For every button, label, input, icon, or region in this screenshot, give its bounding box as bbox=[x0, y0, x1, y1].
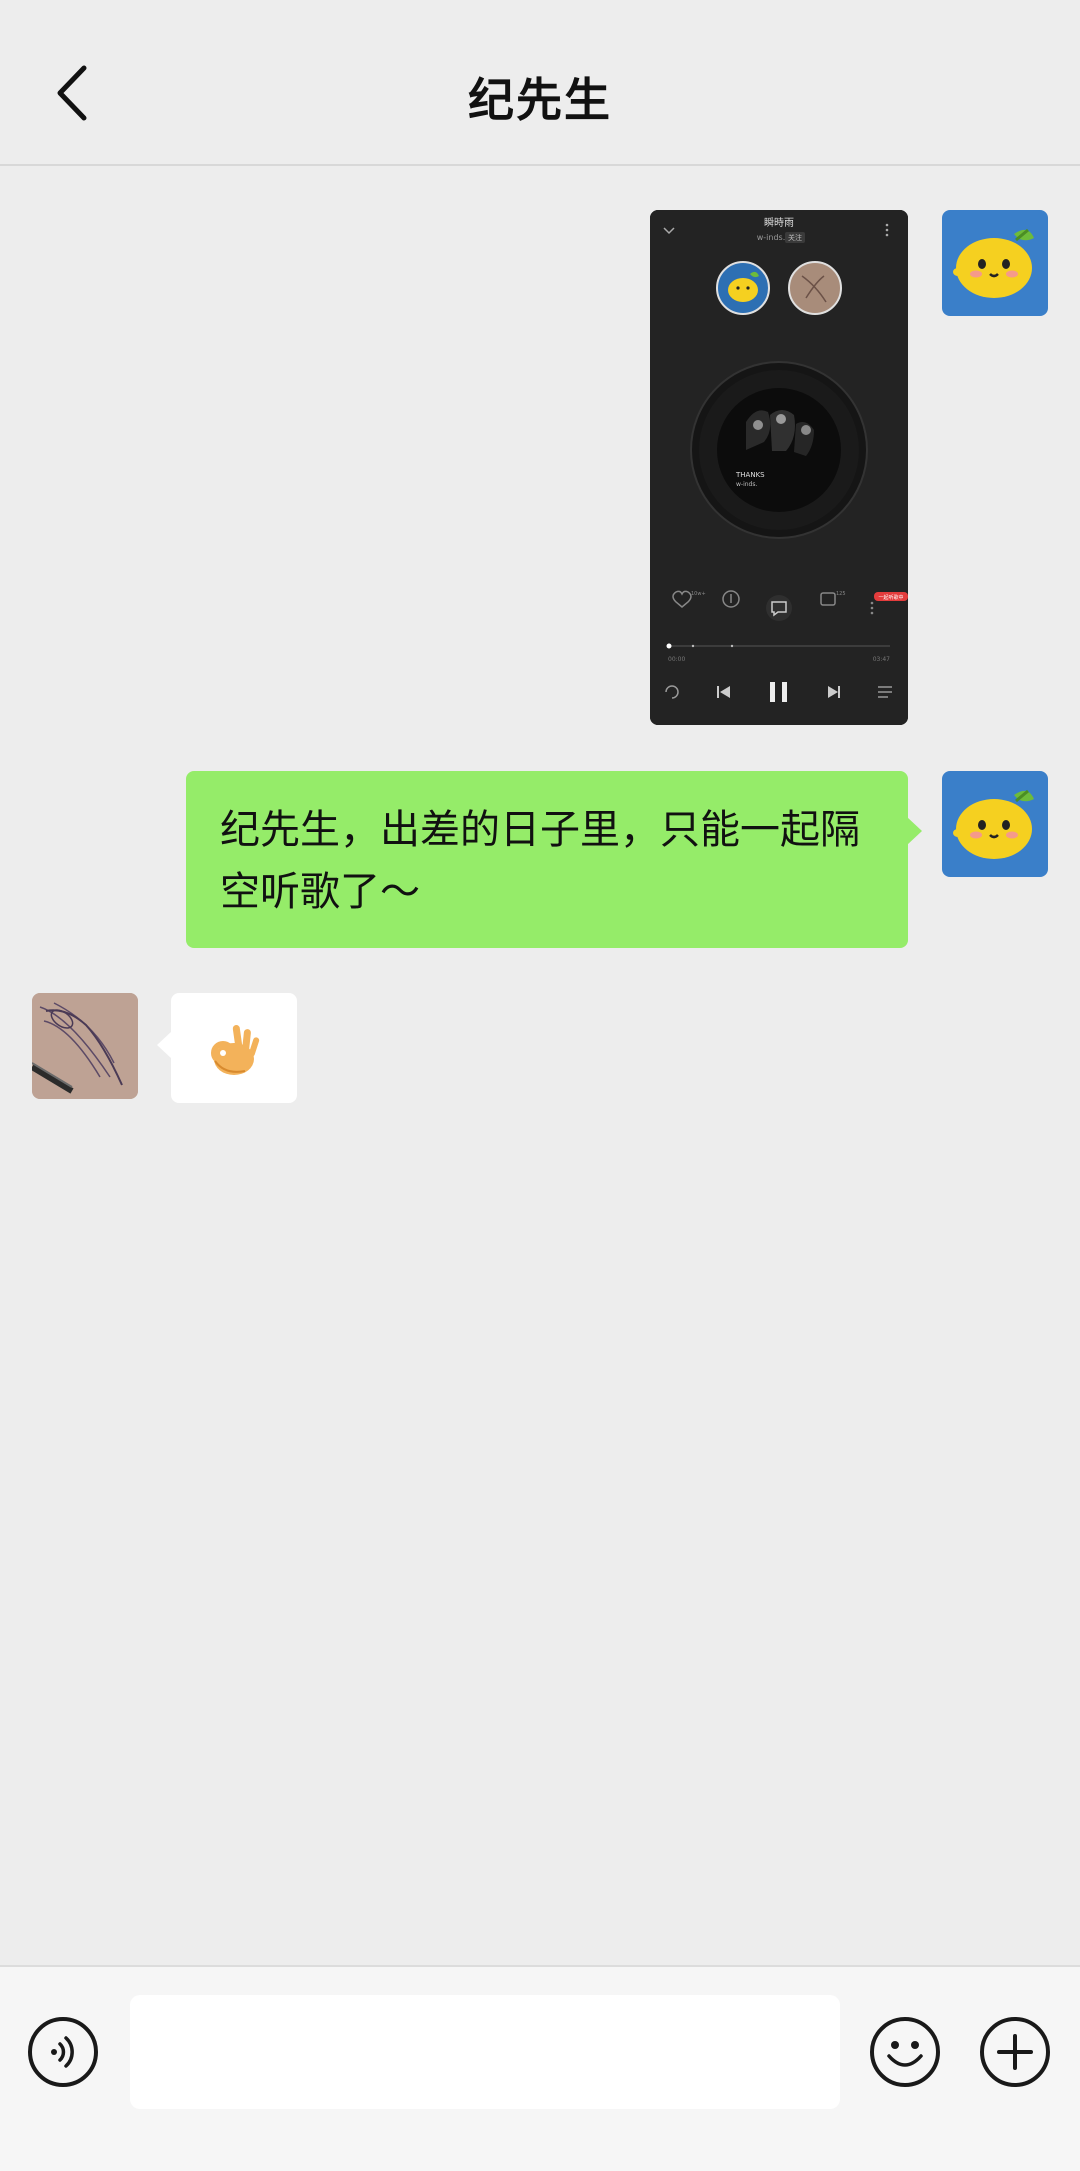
my-avatar[interactable] bbox=[942, 210, 1048, 316]
chat-header: 纪先生 bbox=[0, 0, 1080, 166]
contact-avatar[interactable] bbox=[32, 993, 138, 1099]
ok-hand-emoji-icon bbox=[211, 1025, 260, 1075]
sent-message-bubble[interactable]: 纪先生，出差的日子里，只能一起隔空听歌了～ bbox=[186, 771, 922, 948]
like-count: 10w+ bbox=[691, 591, 706, 597]
time-total: 03:47 bbox=[873, 656, 890, 663]
song-title: 瞬時雨 bbox=[764, 216, 794, 229]
input-bar bbox=[0, 1965, 1080, 2171]
lemon-avatar-image bbox=[942, 210, 1048, 316]
smiley-icon bbox=[887, 2041, 923, 2067]
received-emoji-bubble[interactable] bbox=[157, 993, 297, 1103]
more-button[interactable] bbox=[980, 2017, 1050, 2087]
music-player-image: 瞬時雨 w-inds. 关注 THANKS w-inds. 10w+ 125 一… bbox=[650, 210, 908, 725]
voice-icon bbox=[51, 2036, 74, 2068]
message-input[interactable] bbox=[130, 1995, 840, 2109]
emoji-button[interactable] bbox=[870, 2017, 940, 2087]
message-text: 纪先生，出差的日子里，只能一起隔空听歌了～ bbox=[220, 807, 860, 915]
follow-badge: 关注 bbox=[788, 233, 802, 242]
music-player-screenshot[interactable]: 瞬時雨 w-inds. 关注 THANKS w-inds. 10w+ 125 一… bbox=[650, 210, 908, 725]
cicada-sketch-avatar-image bbox=[32, 993, 138, 1099]
album-text-2: w-inds. bbox=[736, 481, 757, 488]
chat-title: 纪先生 bbox=[468, 73, 612, 127]
lemon-avatar-image bbox=[942, 771, 1048, 877]
my-avatar[interactable] bbox=[942, 771, 1048, 877]
listen-together-tag: 一起听歌中 bbox=[878, 594, 903, 601]
song-artist: w-inds. bbox=[757, 233, 786, 242]
voice-button[interactable] bbox=[28, 2017, 98, 2087]
plus-icon bbox=[997, 2034, 1033, 2070]
time-elapsed: 00:00 bbox=[668, 656, 685, 663]
comment-count: 125 bbox=[836, 591, 846, 597]
album-text-1: THANKS bbox=[735, 471, 765, 479]
